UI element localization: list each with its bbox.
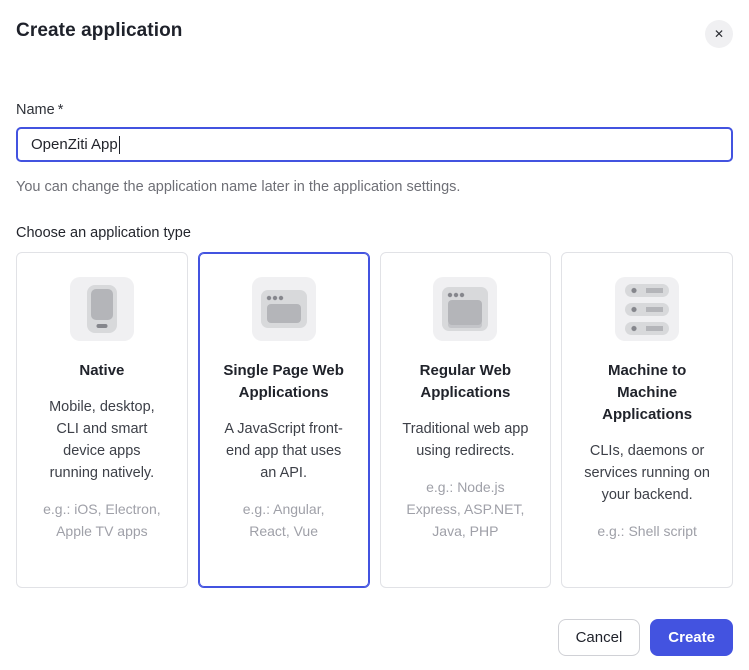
app-type-examples: e.g.: iOS, Electron, Apple TV apps: [39, 498, 165, 542]
app-type-icon-box: [70, 277, 134, 341]
name-field-label: Name*: [16, 102, 733, 118]
app-type-description: A JavaScript front-end app that uses an …: [221, 418, 347, 484]
app-type-icon-box: [252, 277, 316, 341]
app-type-icon-box: [433, 277, 497, 341]
page-title: Create application: [16, 20, 183, 42]
create-button[interactable]: Create: [650, 619, 733, 656]
app-type-examples: e.g.: Shell script: [584, 520, 710, 542]
app-type-examples: e.g.: Node.js Express, ASP.NET, Java, PH…: [402, 476, 528, 542]
cancel-button[interactable]: Cancel: [558, 619, 641, 656]
app-type-card-native[interactable]: Native Mobile, desktop, CLI and smart de…: [16, 252, 188, 588]
application-type-label: Choose an application type: [16, 225, 733, 242]
dialog-header: Create application ✕: [16, 20, 733, 48]
mobile-phone-icon: [87, 285, 117, 333]
required-marker: *: [58, 102, 64, 118]
app-type-description: Mobile, desktop, CLI and smart device ap…: [39, 396, 165, 484]
application-name-value: OpenZiti App: [31, 136, 118, 153]
app-type-icon-box: [615, 277, 679, 341]
app-type-title: Machine to Machine Applications: [586, 360, 708, 426]
web-app-window-icon: [442, 287, 488, 331]
app-type-title: Native: [41, 360, 163, 382]
app-type-description: Traditional web app using redirects.: [402, 418, 528, 462]
application-name-input[interactable]: OpenZiti App: [16, 127, 733, 162]
app-type-description: CLIs, daemons or services running on you…: [584, 440, 710, 506]
app-type-title: Regular Web Applications: [404, 360, 526, 404]
close-button[interactable]: ✕: [705, 20, 733, 48]
app-type-card-list: Native Mobile, desktop, CLI and smart de…: [16, 252, 733, 588]
dialog-footer: Cancel Create: [16, 619, 733, 656]
app-type-title: Single Page Web Applications: [223, 360, 345, 404]
name-helper-text: You can change the application name late…: [16, 179, 733, 196]
app-type-card-m2m[interactable]: Machine to Machine Applications CLIs, da…: [561, 252, 733, 588]
close-icon: ✕: [714, 27, 724, 41]
app-type-examples: e.g.: Angular, React, Vue: [221, 498, 347, 542]
app-type-card-regular-web[interactable]: Regular Web Applications Traditional web…: [380, 252, 552, 588]
browser-window-icon: [261, 290, 307, 328]
name-label-text: Name: [16, 102, 55, 118]
app-type-card-spa[interactable]: Single Page Web Applications A JavaScrip…: [198, 252, 370, 588]
create-application-dialog: Create application ✕ Name* OpenZiti App …: [0, 0, 749, 670]
text-caret: [119, 136, 121, 154]
server-stack-icon: [625, 303, 669, 316]
